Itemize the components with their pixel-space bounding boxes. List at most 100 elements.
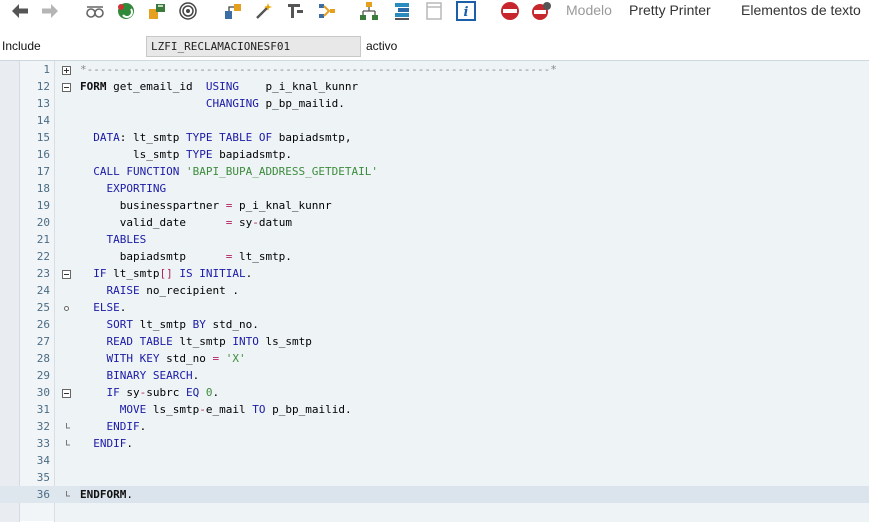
external-breakpoint-icon[interactable]: [530, 0, 552, 22]
code-line[interactable]: 28 WITH KEY std_no = 'X': [0, 350, 869, 367]
code-line[interactable]: 21 TABLES: [0, 231, 869, 248]
code-line[interactable]: 16 ls_smtp TYPE bapiadsmtp.: [0, 146, 869, 163]
line-code[interactable]: [80, 112, 869, 129]
check-icon[interactable]: [177, 0, 199, 22]
status-label: activo: [366, 39, 398, 53]
line-code[interactable]: *---------------------------------------…: [80, 61, 869, 78]
collapse-block-icon[interactable]: [62, 81, 71, 92]
expand-block-icon[interactable]: [62, 64, 71, 75]
line-code[interactable]: ENDFORM.: [80, 486, 869, 503]
code-line[interactable]: 19 businesspartner = p_i_knal_kunnr: [0, 197, 869, 214]
code-editor[interactable]: 1 *--------------------------------------…: [0, 60, 869, 522]
modelo-button[interactable]: Modelo: [566, 2, 612, 18]
code-line[interactable]: 25 ELSE.: [0, 299, 869, 316]
code-token: READ TABLE: [106, 335, 173, 348]
code-line[interactable]: 27 READ TABLE lt_smtp INTO ls_smtp: [0, 333, 869, 350]
test-icon[interactable]: [253, 0, 275, 22]
back-arrow-icon[interactable]: [9, 0, 31, 22]
code-token: INTO: [232, 335, 259, 348]
line-code[interactable]: RAISE no_recipient .: [80, 282, 869, 299]
activate-icon[interactable]: [146, 0, 168, 22]
line-code[interactable]: bapiadsmtp = lt_smtp.: [80, 248, 869, 265]
line-number: 28: [36, 352, 50, 365]
line-code[interactable]: ELSE.: [80, 299, 869, 316]
code-line[interactable]: 14: [0, 112, 869, 129]
code-line[interactable]: 32 ENDIF.: [0, 418, 869, 435]
line-code[interactable]: CHANGING p_bp_mailid.: [80, 95, 869, 112]
code-line[interactable]: 30 IF sy-subrc EQ 0.: [0, 384, 869, 401]
line-code[interactable]: TABLES: [80, 231, 869, 248]
code-token: .: [192, 369, 200, 382]
hierarchy-icon[interactable]: [358, 0, 380, 22]
line-code[interactable]: businesspartner = p_i_knal_kunnr: [80, 197, 869, 214]
code-line[interactable]: 17 CALL FUNCTION 'BAPI_BUPA_ADDRESS_GETD…: [0, 163, 869, 180]
code-line[interactable]: 29 BINARY SEARCH.: [0, 367, 869, 384]
code-line[interactable]: 22 bapiadsmtp = lt_smtp.: [0, 248, 869, 265]
line-number: 27: [36, 335, 50, 348]
collapse-block-icon[interactable]: [62, 268, 71, 279]
line-code[interactable]: BINARY SEARCH.: [80, 367, 869, 384]
code-token: SORT: [106, 318, 134, 331]
code-line[interactable]: 18 EXPORTING: [0, 180, 869, 197]
code-line[interactable]: 23 IF lt_smtp[] IS INITIAL.: [0, 265, 869, 282]
text-elements-button[interactable]: Elementos de texto: [741, 2, 861, 18]
code-line[interactable]: 1 *--------------------------------------…: [0, 61, 869, 78]
code-line[interactable]: 15 DATA: lt_smtp TYPE TABLE OF bapiadsmt…: [0, 129, 869, 146]
code-line[interactable]: 33 ENDIF.: [0, 435, 869, 452]
line-code[interactable]: EXPORTING: [80, 180, 869, 197]
other-object-icon[interactable]: [115, 0, 137, 22]
line-code[interactable]: READ TABLE lt_smtp INTO ls_smtp: [80, 333, 869, 350]
pretty-printer-button[interactable]: Pretty Printer: [629, 2, 711, 18]
code-line[interactable]: 31 MOVE ls_smtp-e_mail TO p_bp_mailid.: [0, 401, 869, 418]
line-code[interactable]: valid_date = sy-datum: [80, 214, 869, 231]
line-code[interactable]: IF sy-subrc EQ 0.: [80, 384, 869, 401]
code-token: .: [139, 420, 147, 433]
pattern-icon[interactable]: [284, 0, 306, 22]
breakpoint-icon[interactable]: [499, 0, 521, 22]
navigation-icon[interactable]: [316, 0, 338, 22]
display-change-icon[interactable]: [84, 0, 106, 22]
forward-arrow-icon[interactable]: [39, 0, 61, 22]
code-token: bapiadsmtp,: [272, 131, 352, 144]
code-line[interactable]: 26 SORT lt_smtp BY std_no.: [0, 316, 869, 333]
line-code[interactable]: ENDIF.: [80, 435, 869, 452]
code-line[interactable]: 36 ENDFORM.: [0, 486, 869, 503]
toolbar: i Modelo Pretty Printer Elementos de tex…: [0, 0, 869, 34]
line-code[interactable]: MOVE ls_smtp-e_mail TO p_bp_mailid.: [80, 401, 869, 418]
code-token: lt_smtp: [106, 267, 160, 280]
object-info-bar: Include LZFI_RECLAMACIONESF01 activo: [0, 34, 869, 59]
line-code[interactable]: SORT lt_smtp BY std_no.: [80, 316, 869, 333]
frame-icon[interactable]: [423, 0, 445, 22]
include-name-field: LZFI_RECLAMACIONESF01: [146, 36, 361, 57]
code-token: .: [245, 267, 253, 280]
code-line[interactable]: 35: [0, 469, 869, 486]
line-code[interactable]: DATA: lt_smtp TYPE TABLE OF bapiadsmtp,: [80, 129, 869, 146]
code-token: IF: [93, 267, 107, 280]
line-code[interactable]: [80, 452, 869, 469]
line-code[interactable]: [80, 469, 869, 486]
code-line[interactable]: 13 CHANGING p_bp_mailid.: [0, 95, 869, 112]
line-code[interactable]: ENDIF.: [80, 418, 869, 435]
code-line[interactable]: 12 FORM get_email_id USING p_i_knal_kunnr: [0, 78, 869, 95]
line-number: 30: [36, 386, 50, 399]
line-code[interactable]: FORM get_email_id USING p_i_knal_kunnr: [80, 78, 869, 95]
stack-icon[interactable]: [391, 0, 413, 22]
code-line[interactable]: 20 valid_date = sy-datum: [0, 214, 869, 231]
line-code[interactable]: IF lt_smtp[] IS INITIAL.: [80, 265, 869, 282]
line-number: 26: [36, 318, 50, 331]
line-number: 19: [36, 199, 50, 212]
info-icon[interactable]: i: [455, 0, 477, 22]
code-token: sy: [232, 216, 253, 229]
line-code[interactable]: ls_smtp TYPE bapiadsmtp.: [80, 146, 869, 163]
line-code[interactable]: CALL FUNCTION 'BAPI_BUPA_ADDRESS_GETDETA…: [80, 163, 869, 180]
collapse-block-icon[interactable]: [62, 387, 71, 398]
where-used-icon[interactable]: [222, 0, 244, 22]
code-line[interactable]: 34: [0, 452, 869, 469]
code-line[interactable]: 24 RAISE no_recipient .: [0, 282, 869, 299]
line-code[interactable]: WITH KEY std_no = 'X': [80, 350, 869, 367]
code-token: p_i_knal_kunnr: [238, 80, 359, 93]
